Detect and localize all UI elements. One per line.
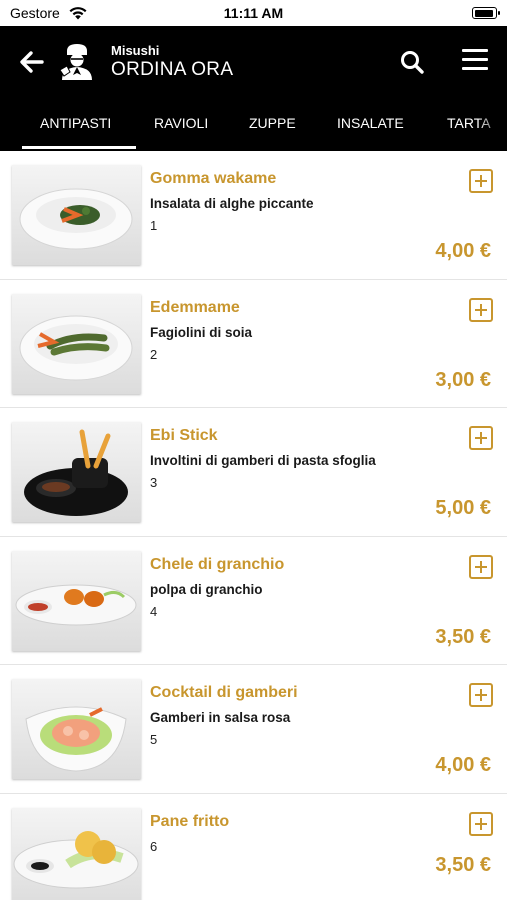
list-item[interactable]: Gomma wakame Insalata di alghe piccante … (0, 151, 507, 280)
dish-code: 1 (150, 218, 158, 233)
dish-price: 3,50 € (435, 625, 491, 648)
dish-price: 4,00 € (435, 754, 491, 776)
dish-code: 4 (150, 603, 158, 619)
dish-photo (12, 293, 141, 394)
chef-logo-icon (59, 44, 92, 80)
hamburger-menu-icon[interactable] (461, 48, 489, 72)
app-name: Misushi (111, 43, 160, 58)
dish-code: 2 (150, 346, 158, 362)
dish-description: Gamberi in salsa rosa (150, 710, 291, 725)
tab-zuppe[interactable]: ZUPPE (249, 115, 296, 151)
back-arrow-icon[interactable] (18, 48, 46, 76)
dish-code: 5 (150, 732, 158, 747)
tab-insalate[interactable]: INSALATE (337, 115, 404, 151)
dish-photo (12, 679, 141, 779)
dish-code: 3 (150, 475, 158, 490)
dish-price: 3,50 € (435, 853, 491, 876)
list-item[interactable]: Cocktail di gamberi Gamberi in salsa ros… (0, 665, 507, 794)
battery-icon (472, 7, 500, 19)
active-tab-indicator (22, 146, 136, 149)
add-to-cart-icon[interactable] (469, 683, 493, 707)
dish-name: Chele di granchio (150, 555, 285, 573)
dish-photo (12, 165, 141, 265)
dish-photo (12, 422, 141, 522)
dish-photo (12, 807, 141, 900)
menu-list: Gomma wakame Insalata di alghe piccante … (0, 151, 507, 900)
list-item[interactable]: Pane fritto 6 3,50 € (0, 794, 507, 900)
dish-code: 6 (150, 838, 158, 854)
dish-name: Cocktail di gamberi (150, 684, 298, 701)
dish-description: Involtini di gamberi di pasta sfoglia (150, 453, 376, 468)
list-item[interactable]: Edemmame Fagiolini di soia 2 3,00 € (0, 280, 507, 408)
dish-name: Gomma wakame (150, 170, 277, 187)
add-to-cart-icon[interactable] (469, 426, 493, 450)
app-header: Misushi ORDINA ORA ANTIPASTI RAVIOLI ZUP… (0, 26, 507, 151)
dish-price: 3,00 € (435, 368, 491, 391)
dish-price: 5,00 € (435, 497, 491, 519)
add-to-cart-icon[interactable] (469, 811, 493, 836)
clock: 11:11 AM (223, 5, 284, 21)
dish-name: Pane fritto (150, 812, 230, 830)
tab-ravioli[interactable]: RAVIOLI (154, 115, 208, 151)
dish-description: Insalata di alghe piccante (150, 196, 314, 211)
dish-name: Ebi Stick (150, 427, 218, 444)
dish-name: Edemmame (150, 298, 240, 316)
add-to-cart-icon[interactable] (469, 169, 493, 193)
dish-photo (12, 550, 141, 651)
search-icon[interactable] (398, 48, 426, 76)
status-bar: Gestore 11:11 AM (0, 0, 507, 26)
add-to-cart-icon[interactable] (469, 554, 493, 579)
add-to-cart-icon[interactable] (469, 297, 493, 322)
page-title: ORDINA ORA (111, 59, 234, 80)
dish-price: 4,00 € (435, 240, 491, 262)
list-item[interactable]: Chele di granchio polpa di granchio 4 3,… (0, 537, 507, 665)
dish-description: Fagiolini di soia (150, 324, 253, 340)
list-item[interactable]: Ebi Stick Involtini di gamberi di pasta … (0, 408, 507, 537)
dish-description: polpa di granchio (150, 581, 263, 597)
